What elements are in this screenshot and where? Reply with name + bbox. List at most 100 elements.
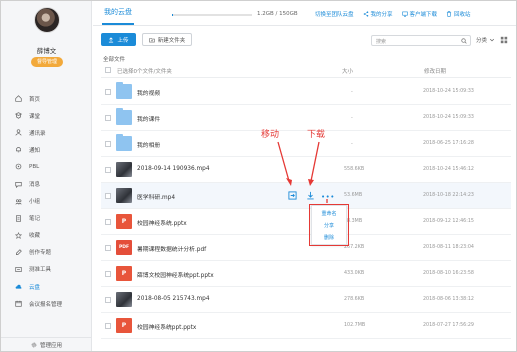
more-icon[interactable]: ••• xyxy=(321,192,335,202)
row-checkbox[interactable] xyxy=(105,271,111,277)
sidebar-item-pbl[interactable]: PBL xyxy=(1,158,92,175)
upload-label: 上传 xyxy=(117,37,129,44)
user-name: 薛博文 xyxy=(36,47,57,55)
sidebar-item-label: 通知 xyxy=(29,147,41,154)
client-download-label: 客户端下载 xyxy=(409,12,438,18)
file-name[interactable]: 我的相册 xyxy=(137,140,160,149)
new-folder-button[interactable]: 新建文件夹 xyxy=(142,33,192,46)
sidebar-item-label: 会议报名管理 xyxy=(29,301,63,308)
monitor-icon xyxy=(401,11,408,17)
table-row[interactable]: 2018-08-05 215743.mp4 278.6KB 2018-08-06… xyxy=(101,287,511,313)
sidebar-item-message[interactable]: 消息 xyxy=(1,175,92,192)
sidebar-item-group[interactable]: 小组 xyxy=(1,193,92,210)
sort-dropdown[interactable]: 分类 xyxy=(476,36,495,44)
breadcrumb[interactable]: 全部文件 xyxy=(103,55,125,63)
file-date: 2018-10-24 15:09:33 xyxy=(423,89,474,94)
ppt-icon: P xyxy=(116,214,132,229)
row-checkbox[interactable] xyxy=(105,219,111,225)
table-row[interactable]: P 校园神经系统.pptx 28.3MB 2018-09-12 12:46:15 xyxy=(101,209,511,235)
header-date[interactable]: 修改日期 xyxy=(424,67,446,75)
pdf-icon: PDF xyxy=(116,240,132,255)
recycle-bin-link[interactable]: 回收站 xyxy=(446,10,471,18)
table-row[interactable]: 我的课件 - 2018-10-24 15:09:33 xyxy=(101,105,511,131)
sidebar-item-cloud[interactable]: 云盘 xyxy=(1,278,92,295)
table-row[interactable]: PDF 暑期课程数据统计分析.pdf 267.2KB 2018-08-11 18… xyxy=(101,235,511,261)
client-download-link[interactable]: 客户端下载 xyxy=(401,10,438,18)
file-name[interactable]: 校园神经系统.pptx xyxy=(137,218,187,227)
table-row[interactable]: 我的视频 - 2018-10-24 15:09:33 xyxy=(101,79,511,105)
new-folder-label: 新建文件夹 xyxy=(157,37,186,44)
file-name[interactable]: 校园神经系统ppt.pptx xyxy=(137,322,196,331)
row-checkbox[interactable] xyxy=(105,167,111,173)
table-row[interactable]: P 校园神经系统ppt.pptx 102.7MB 2018-07-27 17:5… xyxy=(101,313,511,339)
file-size: 558.6KB xyxy=(344,167,365,172)
file-name[interactable]: 暑期课程数据统计分析.pdf xyxy=(137,244,206,253)
sidebar-item-home[interactable]: 首页 xyxy=(1,90,92,107)
table-row-hovered[interactable]: 医学科研.mp4 ••• 53.6MB 2018-10-18 22:14:23 xyxy=(101,183,511,209)
sidebar-item-notice[interactable]: 通知 xyxy=(1,141,92,158)
classroom-icon xyxy=(14,112,23,120)
file-size: - xyxy=(351,141,353,147)
sidebar-item-label: 消息 xyxy=(29,182,41,189)
annotation-download-label: 下载 xyxy=(307,130,326,140)
row-checkbox[interactable] xyxy=(105,115,111,121)
row-checkbox[interactable] xyxy=(105,245,111,251)
file-name[interactable]: 医学科研.mp4 xyxy=(137,192,175,201)
file-date: 2018-08-10 16:23:58 xyxy=(423,271,474,276)
file-name[interactable]: 我的课件 xyxy=(137,114,160,123)
table-row[interactable]: P 薛博文校园神经系统ppt.pptx 433.0KB 2018-08-10 1… xyxy=(101,261,511,287)
folder-icon xyxy=(116,108,132,125)
sidebar-item-meeting[interactable]: 会议报名管理 xyxy=(1,295,92,312)
contacts-icon xyxy=(14,129,23,137)
search-icon[interactable] xyxy=(461,38,467,44)
sidebar-item-contacts[interactable]: 通讯录 xyxy=(1,124,92,141)
select-all-checkbox[interactable] xyxy=(105,67,111,73)
row-checkbox[interactable] xyxy=(105,323,111,329)
header-size[interactable]: 大小 xyxy=(342,67,353,75)
file-name[interactable]: 我的视频 xyxy=(137,88,160,97)
manage-apps-button[interactable]: 管理应用 xyxy=(1,337,92,351)
table-row[interactable]: 我的相册 - 2018-06-25 17:16:28 xyxy=(101,131,511,157)
role-badge[interactable]: 督导管理 xyxy=(31,57,63,67)
file-date: 2018-10-18 22:14:23 xyxy=(423,193,474,198)
sidebar-item-classroom[interactable]: 课堂 xyxy=(1,107,92,124)
sidebar-item-label: 笔记 xyxy=(29,216,41,223)
manage-apps-label: 管理应用 xyxy=(39,342,62,349)
download-icon[interactable] xyxy=(305,190,315,200)
grid-view-icon[interactable] xyxy=(500,36,508,44)
sidebar-item-label: PBL xyxy=(29,163,40,170)
sidebar-item-label: 通讯录 xyxy=(29,130,46,137)
file-size: 102.7MB xyxy=(344,323,366,328)
avatar[interactable] xyxy=(34,7,60,33)
file-list: 我的视频 - 2018-10-24 15:09:33 我的课件 - 2018-1… xyxy=(101,79,511,339)
file-size: - xyxy=(351,115,353,121)
note-icon xyxy=(14,214,23,222)
file-date: 2018-10-24 15:46:12 xyxy=(423,167,474,172)
sidebar-item-tools[interactable]: 测准工具 xyxy=(1,261,92,278)
file-name[interactable]: 2018-09-14 190936.mp4 xyxy=(137,166,210,172)
annotation-move-label: 移动 xyxy=(261,130,280,140)
share-icon xyxy=(363,11,368,17)
row-checkbox[interactable] xyxy=(105,89,111,95)
meeting-icon xyxy=(14,300,23,308)
row-checkbox[interactable] xyxy=(105,193,111,199)
row-checkbox[interactable] xyxy=(105,141,111,147)
sidebar-item-note[interactable]: 笔记 xyxy=(1,210,92,227)
file-name[interactable]: 薛博文校园神经系统ppt.pptx xyxy=(137,270,214,279)
move-icon[interactable] xyxy=(287,190,297,200)
group-icon xyxy=(14,197,23,205)
row-checkbox[interactable] xyxy=(105,297,111,303)
table-row[interactable]: 2018-09-14 190936.mp4 558.6KB 2018-10-24… xyxy=(101,157,511,183)
switch-team-disk-link[interactable]: 切换至团队云盘 xyxy=(315,10,354,18)
tab-my-disk[interactable]: 我的云盘 xyxy=(104,7,132,17)
sidebar-item-label: 测准工具 xyxy=(29,267,52,274)
file-name[interactable]: 2018-08-05 215743.mp4 xyxy=(137,296,210,302)
my-share-link[interactable]: 我的分享 xyxy=(363,10,393,18)
search-input[interactable]: 搜索 xyxy=(371,35,471,46)
upload-button[interactable]: 上传 xyxy=(101,33,136,46)
video-thumbnail xyxy=(116,162,132,177)
sidebar-item-create[interactable]: 创作专题 xyxy=(1,244,92,261)
chevron-down-icon xyxy=(489,38,495,42)
sidebar-item-favorites[interactable]: 收藏 xyxy=(1,227,92,244)
file-date: 2018-08-11 18:23:04 xyxy=(423,245,474,250)
